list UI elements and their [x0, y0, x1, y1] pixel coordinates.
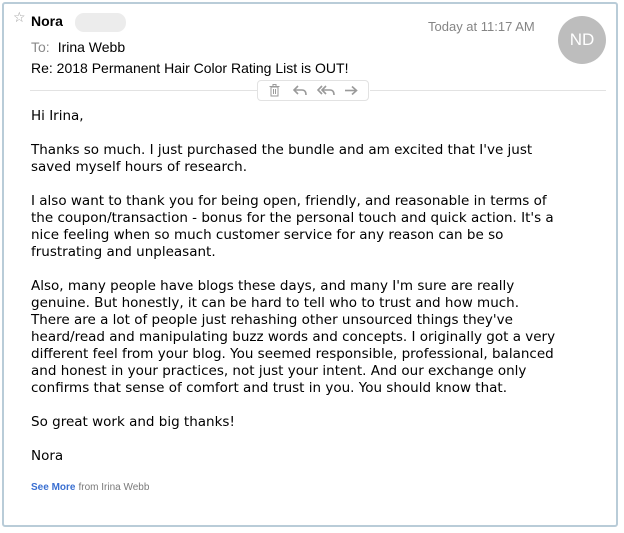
- star-icon[interactable]: ☆: [13, 10, 26, 24]
- reply-icon[interactable]: [289, 82, 311, 99]
- header-divider-right: [370, 90, 606, 91]
- body-paragraph: Nora: [31, 448, 64, 464]
- body-paragraph: Hi Irina,: [31, 108, 84, 124]
- body-paragraph: Thanks so much. I just purchased the bun…: [31, 142, 533, 175]
- see-more-source: from Irina Webb: [78, 482, 150, 493]
- sender-name[interactable]: Nora: [31, 13, 63, 29]
- body-paragraph: Also, many people have blogs these days,…: [31, 278, 556, 396]
- reply-all-icon[interactable]: [315, 82, 337, 99]
- email-subject: Re: 2018 Permanent Hair Color Rating Lis…: [31, 60, 349, 76]
- trash-icon[interactable]: [264, 82, 286, 99]
- avatar[interactable]: ND: [558, 16, 606, 64]
- email-body: Hi Irina, Thanks so much. I just purchas…: [31, 108, 611, 482]
- redacted-sender-email: [75, 13, 126, 32]
- timestamp: Today at 11:17 AM: [428, 19, 535, 34]
- to-label: To:: [31, 39, 50, 55]
- forward-icon[interactable]: [340, 82, 362, 99]
- recipient-name[interactable]: Irina Webb: [58, 39, 125, 55]
- see-more-link[interactable]: See More: [31, 482, 75, 493]
- avatar-initials: ND: [569, 30, 595, 49]
- header-divider-left: [30, 90, 257, 91]
- see-more-row: See More from Irina Webb: [31, 482, 149, 493]
- body-paragraph: So great work and big thanks!: [31, 414, 235, 430]
- body-paragraph: I also want to thank you for being open,…: [31, 193, 554, 260]
- message-toolbar: [257, 80, 369, 101]
- recipient-row: To: Irina Webb: [31, 39, 125, 55]
